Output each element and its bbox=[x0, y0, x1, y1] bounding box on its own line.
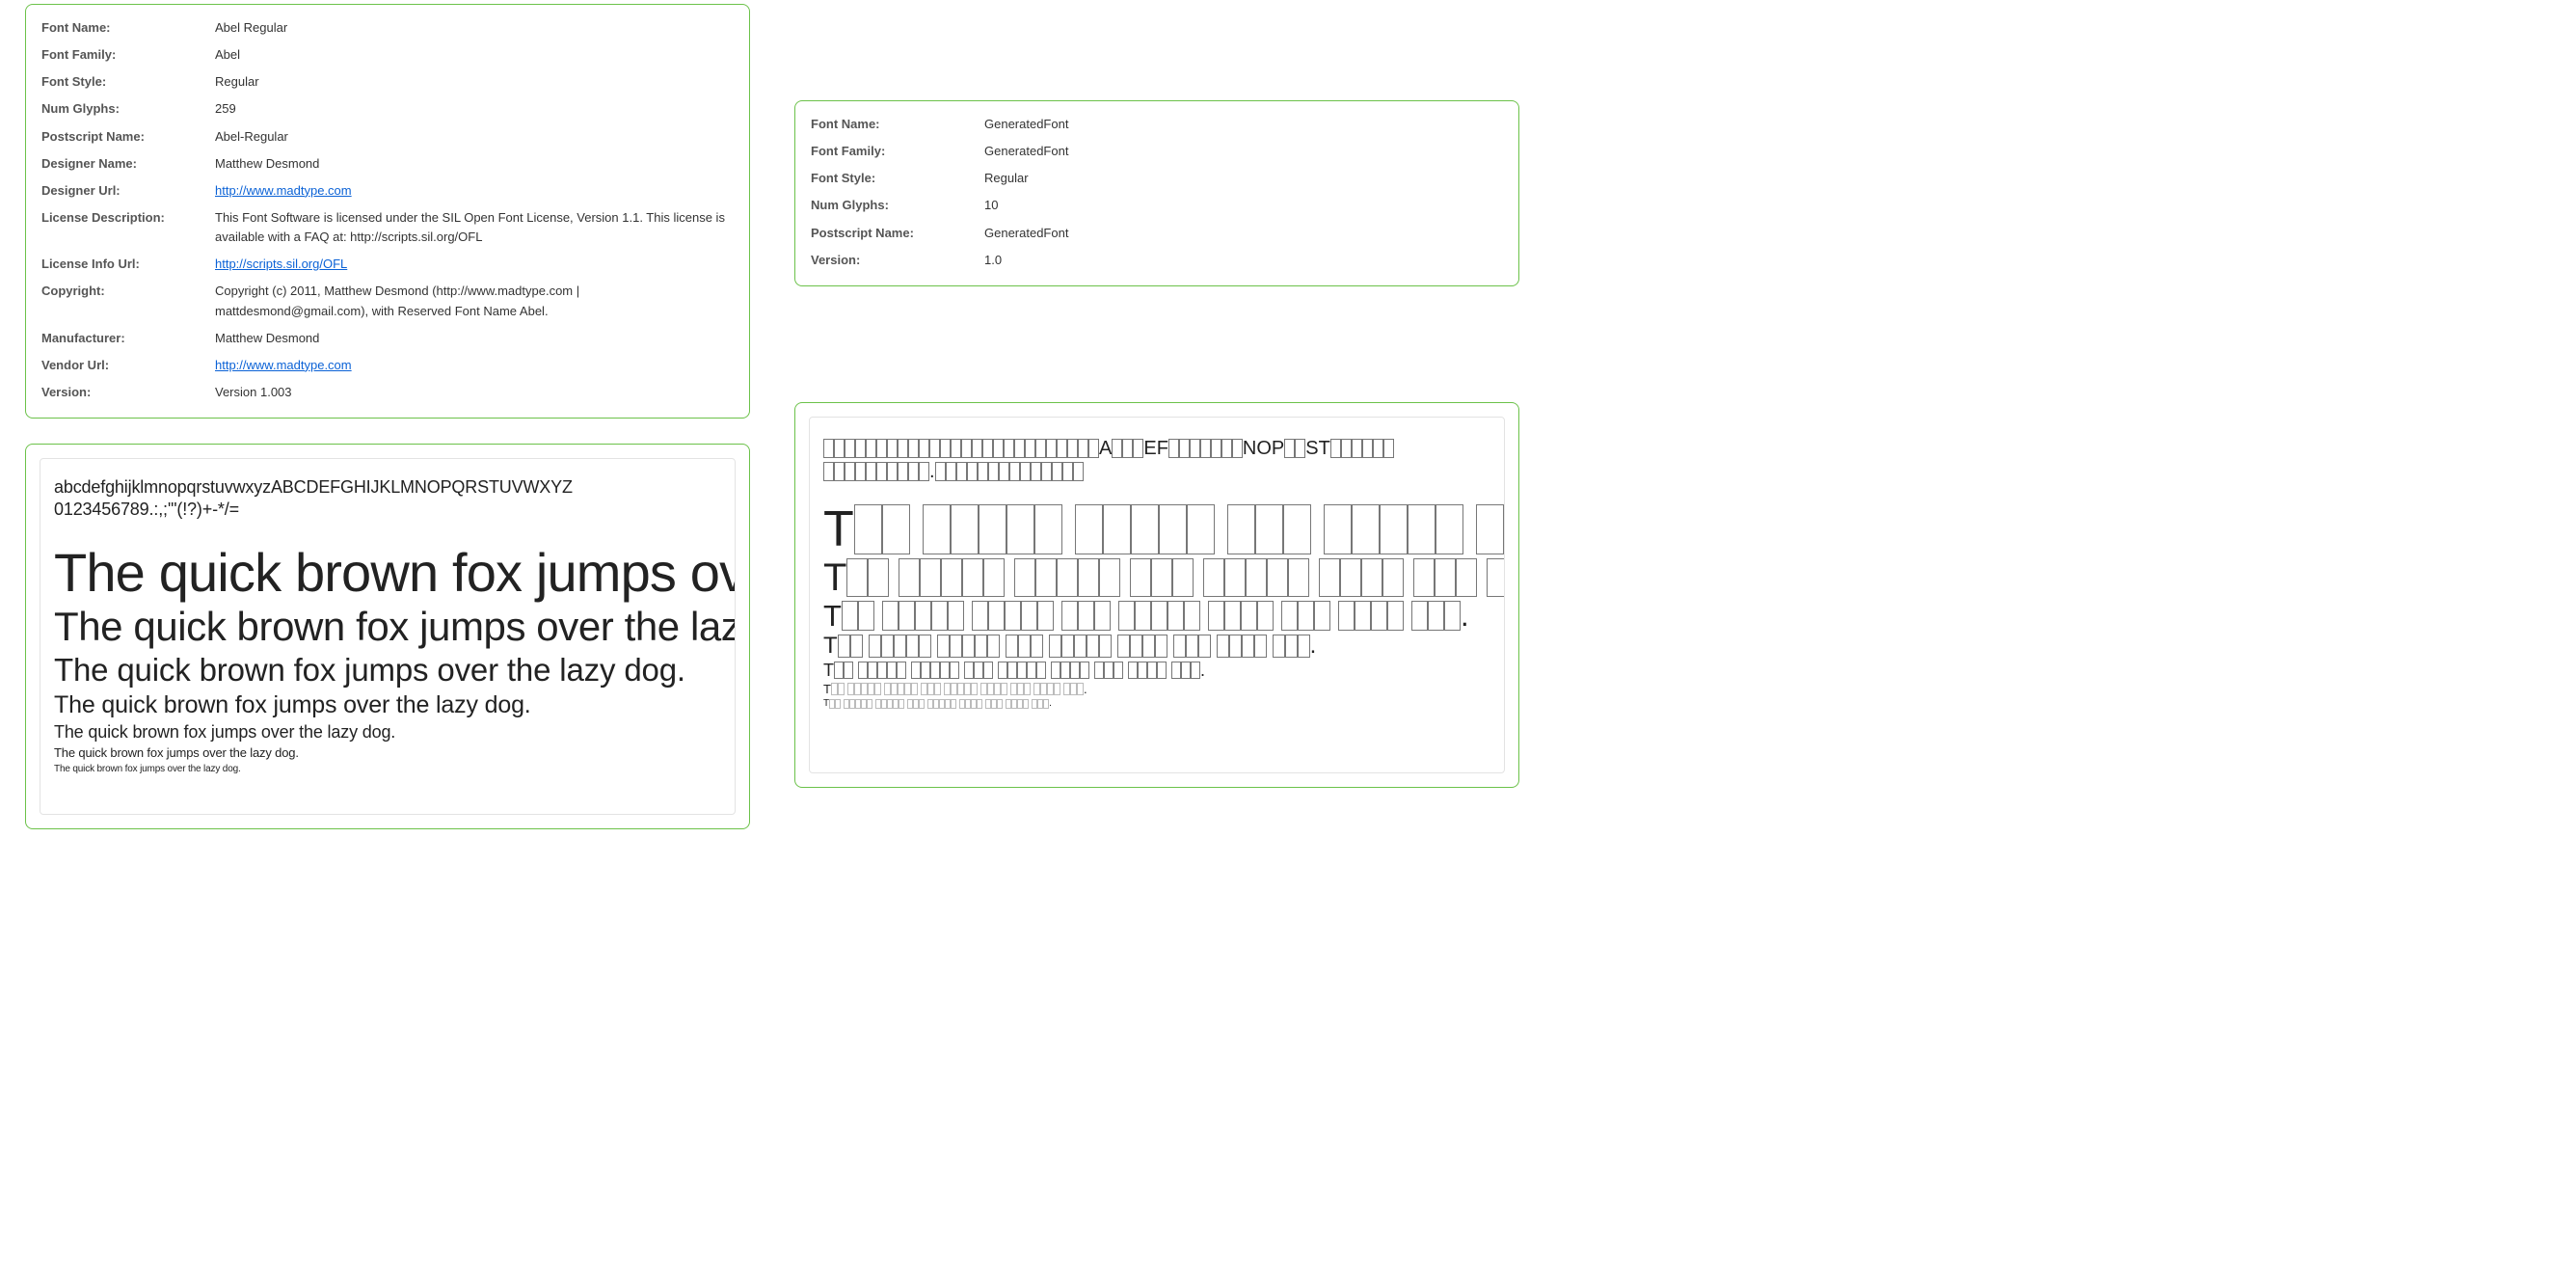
meta-row-vendor-url: Vendor Url: http://www.madtype.com bbox=[41, 352, 734, 379]
meta-row-version: Version: 1.0 bbox=[811, 247, 1503, 274]
vendor-url-link[interactable]: http://www.madtype.com bbox=[215, 358, 352, 372]
meta-row-version: Version: Version 1.003 bbox=[41, 379, 734, 406]
meta-label: Font Family: bbox=[41, 45, 215, 65]
meta-value: Regular bbox=[984, 169, 1503, 188]
meta-label: License Info Url: bbox=[41, 255, 215, 274]
right-column: Font Name: GeneratedFont Font Family: Ge… bbox=[794, 4, 1519, 788]
meta-value: http://scripts.sil.org/OFL bbox=[215, 255, 734, 274]
left-column: Font Name: Abel Regular Font Family: Abe… bbox=[25, 4, 750, 829]
gen-preview-line: T. bbox=[823, 662, 1490, 679]
meta-value: This Font Software is licensed under the… bbox=[215, 208, 734, 247]
meta-label: Num Glyphs: bbox=[811, 196, 984, 215]
preview-sample-2: The quick brown fox jumps over the lazy bbox=[54, 604, 721, 650]
meta-label: License Description: bbox=[41, 208, 215, 228]
meta-value: http://www.madtype.com bbox=[215, 181, 734, 201]
preview-sample-5: The quick brown fox jumps over the lazy … bbox=[54, 721, 721, 743]
meta-row-designer-url: Designer Url: http://www.madtype.com bbox=[41, 177, 734, 204]
preview-sample-4: The quick brown fox jumps over the lazy … bbox=[54, 690, 721, 719]
right-preview-card: AEFNOPST. T. T. T. T. T. T. T. bbox=[794, 402, 1519, 788]
meta-row-postscript: Postscript Name: Abel-Regular bbox=[41, 123, 734, 150]
meta-value: http://www.madtype.com bbox=[215, 356, 734, 375]
meta-value: Abel-Regular bbox=[215, 127, 734, 147]
meta-label: Vendor Url: bbox=[41, 356, 215, 375]
meta-row-postscript: Postscript Name: GeneratedFont bbox=[811, 220, 1503, 247]
preview-alpha-line-2: 0123456789.:,;'"(!?)+-*/= bbox=[54, 499, 721, 521]
meta-value: 1.0 bbox=[984, 251, 1503, 270]
meta-value: Matthew Desmond bbox=[215, 154, 734, 174]
meta-value: Abel Regular bbox=[215, 18, 734, 38]
meta-value: Regular bbox=[215, 72, 734, 92]
meta-row-num-glyphs: Num Glyphs: 259 bbox=[41, 95, 734, 122]
meta-value: Abel bbox=[215, 45, 734, 65]
meta-value: 259 bbox=[215, 99, 734, 119]
meta-row-font-family: Font Family: GeneratedFont bbox=[811, 138, 1503, 165]
meta-value: GeneratedFont bbox=[984, 142, 1503, 161]
preview-alpha-line-1: abcdefghijklmnopqrstuvwxyzABCDEFGHIJKLMN… bbox=[54, 476, 721, 499]
meta-label: Designer Url: bbox=[41, 181, 215, 201]
gen-preview-line: . bbox=[823, 462, 1490, 481]
meta-value: Copyright (c) 2011, Matthew Desmond (htt… bbox=[215, 282, 734, 320]
meta-label: Font Style: bbox=[41, 72, 215, 92]
meta-row-designer-name: Designer Name: Matthew Desmond bbox=[41, 150, 734, 177]
gen-preview-line: T. bbox=[823, 635, 1490, 658]
meta-row-font-name: Font Name: GeneratedFont bbox=[811, 111, 1503, 138]
meta-label: Font Family: bbox=[811, 142, 984, 161]
meta-row-font-style: Font Style: Regular bbox=[811, 165, 1503, 192]
meta-label: Font Style: bbox=[811, 169, 984, 188]
meta-row-copyright: Copyright: Copyright (c) 2011, Matthew D… bbox=[41, 278, 734, 324]
meta-value: 10 bbox=[984, 196, 1503, 215]
meta-value: Matthew Desmond bbox=[215, 329, 734, 348]
meta-value: Version 1.003 bbox=[215, 383, 734, 402]
meta-value: GeneratedFont bbox=[984, 115, 1503, 134]
gen-preview-line: T. bbox=[823, 558, 1490, 597]
right-metadata-card: Font Name: GeneratedFont Font Family: Ge… bbox=[794, 100, 1519, 286]
right-preview-inner: AEFNOPST. T. T. T. T. T. T. T. bbox=[809, 417, 1505, 773]
preview-sample-6: The quick brown fox jumps over the lazy … bbox=[54, 745, 721, 762]
meta-label: Font Name: bbox=[811, 115, 984, 134]
preview-sample-1: The quick brown fox jumps ove bbox=[54, 545, 721, 602]
meta-row-license-url: License Info Url: http://scripts.sil.org… bbox=[41, 251, 734, 278]
meta-label: Version: bbox=[811, 251, 984, 270]
gen-preview-line: T. bbox=[823, 683, 1490, 695]
meta-row-num-glyphs: Num Glyphs: 10 bbox=[811, 192, 1503, 219]
meta-label: Version: bbox=[41, 383, 215, 402]
meta-row-license-desc: License Description: This Font Software … bbox=[41, 204, 734, 251]
gen-preview-line: T. bbox=[823, 699, 1490, 709]
meta-label: Designer Name: bbox=[41, 154, 215, 174]
license-url-link[interactable]: http://scripts.sil.org/OFL bbox=[215, 257, 347, 271]
meta-row-font-name: Font Name: Abel Regular bbox=[41, 14, 734, 41]
meta-value: GeneratedFont bbox=[984, 224, 1503, 243]
meta-label: Postscript Name: bbox=[41, 127, 215, 147]
meta-label: Postscript Name: bbox=[811, 224, 984, 243]
gen-preview-line: AEFNOPST bbox=[823, 439, 1490, 458]
meta-label: Copyright: bbox=[41, 282, 215, 301]
gen-preview-line: T. bbox=[823, 601, 1490, 631]
gen-preview-line: T. bbox=[823, 504, 1490, 554]
meta-label: Font Name: bbox=[41, 18, 215, 38]
meta-label: Manufacturer: bbox=[41, 329, 215, 348]
meta-row-font-style: Font Style: Regular bbox=[41, 68, 734, 95]
preview-sample-3: The quick brown fox jumps over the lazy … bbox=[54, 652, 721, 689]
left-preview-inner: abcdefghijklmnopqrstuvwxyzABCDEFGHIJKLMN… bbox=[40, 458, 736, 815]
designer-url-link[interactable]: http://www.madtype.com bbox=[215, 183, 352, 198]
left-metadata-card: Font Name: Abel Regular Font Family: Abe… bbox=[25, 4, 750, 419]
meta-row-manufacturer: Manufacturer: Matthew Desmond bbox=[41, 325, 734, 352]
meta-label: Num Glyphs: bbox=[41, 99, 215, 119]
preview-sample-7: The quick brown fox jumps over the lazy … bbox=[54, 763, 721, 775]
left-preview-card: abcdefghijklmnopqrstuvwxyzABCDEFGHIJKLMN… bbox=[25, 444, 750, 829]
meta-row-font-family: Font Family: Abel bbox=[41, 41, 734, 68]
